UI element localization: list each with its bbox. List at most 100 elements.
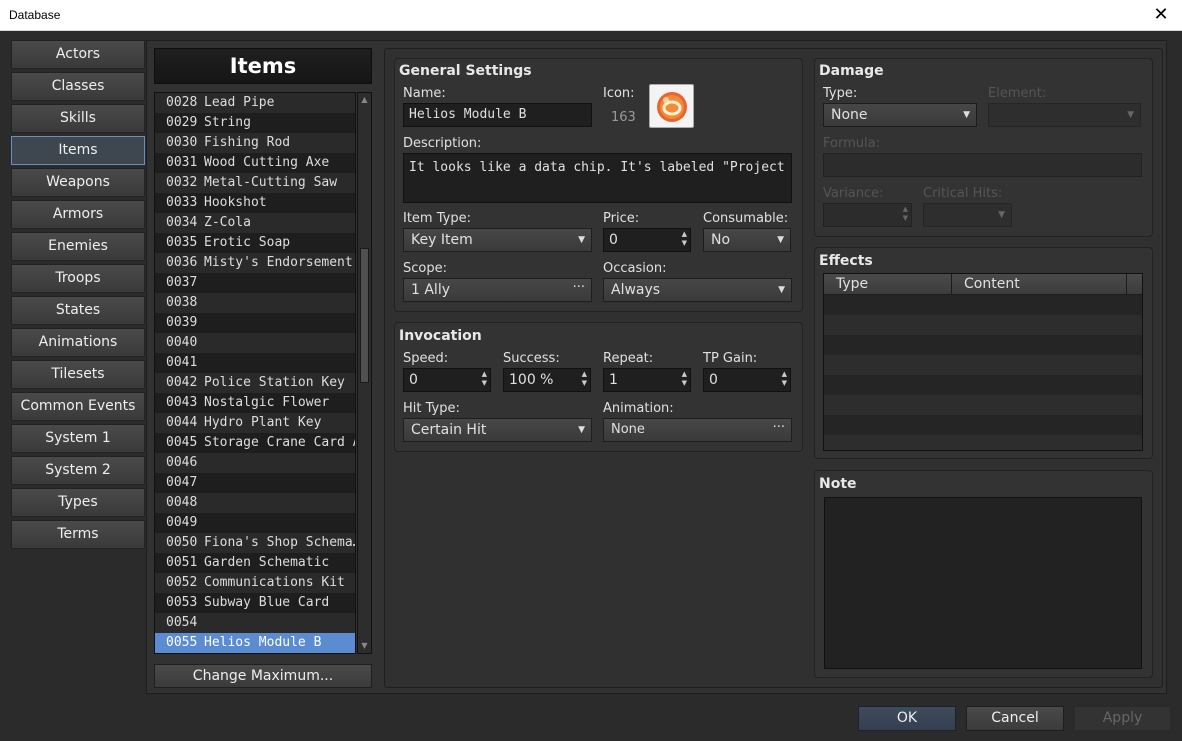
nav-terms-button[interactable]: Terms (11, 520, 145, 549)
list-item-id: 0046 (166, 455, 198, 470)
list-item[interactable]: 0039 (155, 313, 355, 333)
effects-table[interactable]: Type Content (823, 273, 1143, 451)
list-item[interactable]: 0031 Wood Cutting Axe (155, 153, 355, 173)
list-item-id: 0031 (166, 155, 198, 170)
list-item[interactable]: 0052 Communications Kit (155, 573, 355, 593)
damage-type-select[interactable]: None ▼ (823, 103, 977, 127)
nav-states-button[interactable]: States (11, 296, 145, 325)
list-item[interactable]: 0055 Helios Module B (155, 633, 355, 653)
list-item[interactable]: 0034 Z-Cola (155, 213, 355, 233)
success-value: 100 % (509, 372, 554, 388)
table-row[interactable] (824, 375, 1142, 395)
nav-armors-button[interactable]: Armors (11, 200, 145, 229)
nav-actors-button[interactable]: Actors (11, 40, 145, 69)
list-item[interactable]: 0035 Erotic Soap (155, 233, 355, 253)
animation-select[interactable]: None ··· (603, 418, 792, 442)
list-item[interactable]: 0029 String (155, 113, 355, 133)
nav-animations-button[interactable]: Animations (11, 328, 145, 357)
nav-weapons-button[interactable]: Weapons (11, 168, 145, 197)
nav-system-1-button[interactable]: System 1 (11, 424, 145, 453)
list-item[interactable]: 0032 Metal-Cutting Saw (155, 173, 355, 193)
list-item[interactable]: 0042 Police Station Key (155, 373, 355, 393)
occasion-select[interactable]: Always ▼ (603, 278, 792, 302)
critical-hits-select: ▼ (923, 203, 1012, 227)
scope-select[interactable]: 1 Ally ··· (403, 278, 592, 302)
spinner-arrows-icon[interactable]: ▲ ▼ (582, 370, 587, 388)
list-item[interactable]: 0046 (155, 453, 355, 473)
name-field[interactable]: Helios Module B (403, 103, 592, 127)
speed-spinner[interactable]: 0 ▲ ▼ (403, 368, 491, 392)
table-row[interactable] (824, 395, 1142, 415)
list-item[interactable]: 0028 Lead Pipe (155, 93, 355, 113)
description-field[interactable]: It looks like a data chip. It's labeled … (403, 153, 792, 203)
spinner-arrows-icon[interactable]: ▲ ▼ (682, 370, 687, 388)
scroll-down-icon[interactable]: ▼ (358, 639, 371, 653)
col-content[interactable]: Content (952, 274, 1127, 295)
list-item[interactable]: 0044 Hydro Plant Key (155, 413, 355, 433)
consumable-select[interactable]: No ▼ (703, 228, 791, 252)
scroll-up-icon[interactable]: ▲ (358, 93, 371, 107)
damage-type-value: None (831, 107, 868, 123)
tp-gain-spinner[interactable]: 0 ▲ ▼ (703, 368, 791, 392)
scroll-thumb[interactable] (360, 248, 369, 383)
formula-label: Formula: (823, 136, 880, 151)
nav-types-button[interactable]: Types (11, 488, 145, 517)
list-item-name: Erotic Soap (204, 235, 291, 250)
list-item-id: 0042 (166, 375, 198, 390)
list-item[interactable]: 0045 Storage Crane Card A (155, 433, 355, 453)
col-type[interactable]: Type (824, 274, 952, 295)
nav-skills-button[interactable]: Skills (11, 104, 145, 133)
nav-troops-button[interactable]: Troops (11, 264, 145, 293)
animation-value: None (611, 422, 645, 437)
table-row[interactable] (824, 335, 1142, 355)
list-item-id: 0044 (166, 415, 198, 430)
list-scrollbar[interactable]: ▲ ▼ (357, 92, 372, 654)
table-row[interactable] (824, 415, 1142, 435)
list-item[interactable]: 0043 Nostalgic Flower (155, 393, 355, 413)
price-spinner[interactable]: 0 ▲ ▼ (603, 228, 691, 252)
spinner-arrows-icon[interactable]: ▲ ▼ (482, 370, 487, 388)
list-item[interactable]: 0054 (155, 613, 355, 633)
nav-common-events-button[interactable]: Common Events (11, 392, 145, 421)
list-item[interactable]: 0036 Misty's Endorsement (155, 253, 355, 273)
table-row[interactable] (824, 355, 1142, 375)
success-spinner[interactable]: 100 % ▲ ▼ (503, 368, 591, 392)
list-item[interactable]: 0037 (155, 273, 355, 293)
list-item[interactable]: 0049 (155, 513, 355, 533)
spinner-arrows-icon[interactable]: ▲ ▼ (782, 370, 787, 388)
list-item[interactable]: 0048 (155, 493, 355, 513)
nav-classes-button[interactable]: Classes (11, 72, 145, 101)
repeat-spinner[interactable]: 1 ▲ ▼ (603, 368, 691, 392)
spinner-arrows-icon[interactable]: ▲ ▼ (682, 230, 687, 248)
list-item-id: 0028 (166, 95, 198, 110)
list-item[interactable]: 0050 Fiona's Shop Schema… (155, 533, 355, 553)
list-item[interactable]: 0040 (155, 333, 355, 353)
variance-label: Variance: (823, 186, 884, 201)
list-item[interactable]: 0030 Fishing Rod (155, 133, 355, 153)
nav-enemies-button[interactable]: Enemies (11, 232, 145, 261)
item-type-select[interactable]: Key Item ▼ (403, 228, 592, 252)
list-item[interactable]: 0053 Subway Blue Card (155, 593, 355, 613)
list-item[interactable]: 0041 (155, 353, 355, 373)
list-item[interactable]: 0047 (155, 473, 355, 493)
nav-system-2-button[interactable]: System 2 (11, 456, 145, 485)
ok-button[interactable]: OK (858, 706, 956, 731)
hit-type-select[interactable]: Certain Hit ▼ (403, 418, 592, 442)
table-row[interactable] (824, 315, 1142, 335)
nav-items-button[interactable]: Items (11, 136, 145, 165)
window-title: Database (9, 8, 61, 22)
table-row[interactable] (824, 435, 1142, 450)
item-list[interactable]: 0028 Lead Pipe 0029 String 0030 Fishing Rod 00… (154, 92, 356, 654)
list-item[interactable]: 0051 Garden Schematic (155, 553, 355, 573)
cancel-button[interactable]: Cancel (966, 706, 1064, 731)
list-item-id: 0038 (166, 295, 198, 310)
close-icon[interactable]: ✕ (1146, 3, 1176, 27)
table-row[interactable] (824, 295, 1142, 315)
nav-tilesets-button[interactable]: Tilesets (11, 360, 145, 389)
item-icon-box[interactable] (649, 84, 694, 128)
list-item[interactable]: 0033 Hookshot (155, 193, 355, 213)
list-item-name: Communications Kit (204, 575, 345, 590)
note-textarea[interactable] (824, 497, 1142, 669)
list-item[interactable]: 0038 (155, 293, 355, 313)
change-maximum-button[interactable]: Change Maximum... (154, 664, 372, 688)
